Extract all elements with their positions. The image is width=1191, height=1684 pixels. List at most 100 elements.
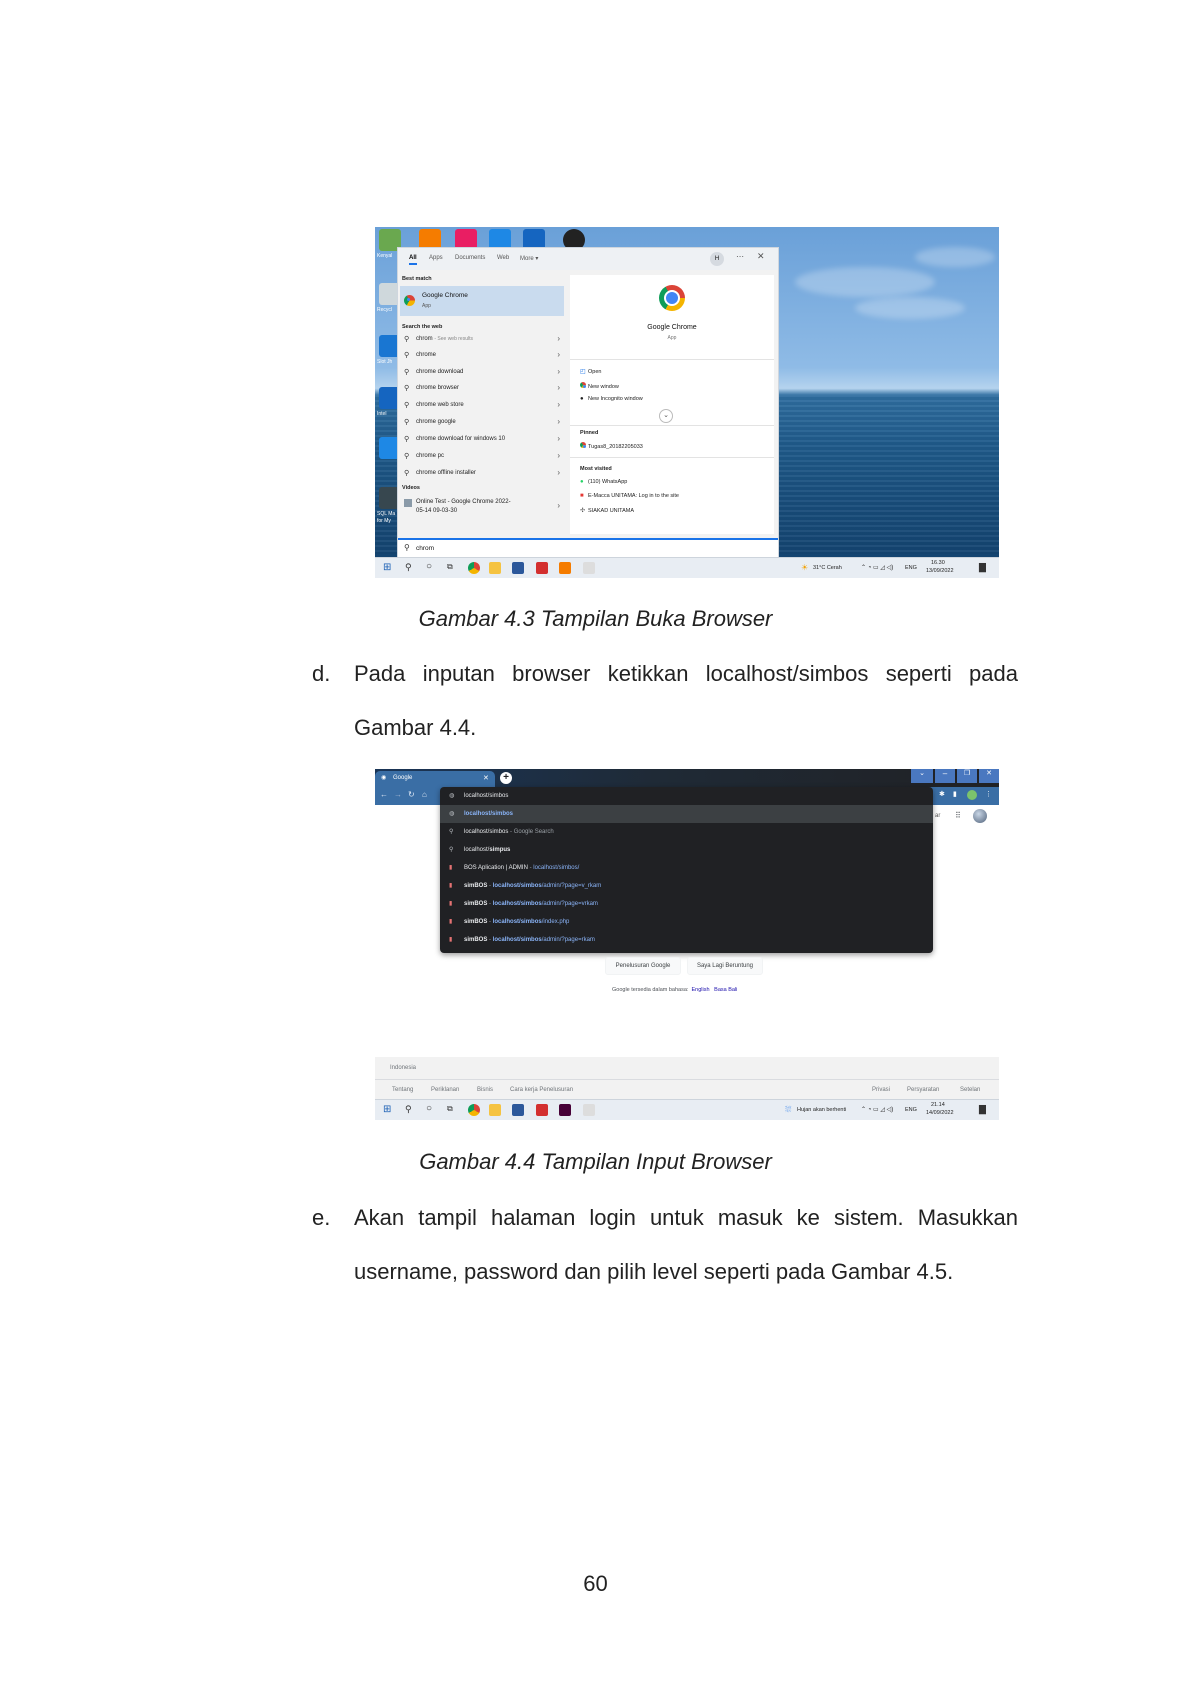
search-web-heading: Search the web: [402, 324, 443, 330]
file-explorer-icon[interactable]: [489, 1104, 501, 1116]
google-images-link[interactable]: ar: [935, 813, 940, 819]
language-link[interactable]: Basa Bali: [714, 987, 737, 993]
footer-link[interactable]: Periklanan: [431, 1087, 459, 1093]
search-input[interactable]: chrom: [416, 545, 434, 552]
clock-time[interactable]: 16.30: [931, 560, 945, 566]
footer-link[interactable]: Persyaratan: [907, 1087, 939, 1093]
footer-link[interactable]: Tentang: [392, 1087, 413, 1093]
omnibox-input[interactable]: ◍ localhost/simbos: [440, 787, 933, 805]
tab-all[interactable]: All: [409, 255, 417, 265]
action-open[interactable]: ◰ Open: [580, 368, 601, 375]
task-view-icon[interactable]: ⧉: [447, 1104, 453, 1114]
omnibox-suggestion[interactable]: ▮ simBOS - localhost/simbos/admin/?page=v…: [440, 895, 933, 913]
feeling-lucky-button[interactable]: Saya Lagi Beruntung: [687, 957, 763, 975]
best-match-chrome[interactable]: Google Chrome App: [400, 286, 564, 316]
omnibox-suggestion[interactable]: ⚲ localhost/simpus: [440, 841, 933, 859]
language-link[interactable]: English: [692, 987, 710, 993]
xampp-taskbar-icon[interactable]: [559, 562, 571, 574]
notification-icon[interactable]: ▇: [979, 562, 986, 573]
tab-apps[interactable]: Apps: [429, 255, 443, 261]
pinned-item[interactable]: Tugas8_20182205033: [580, 442, 643, 450]
web-result[interactable]: ⚲ chrome ›: [402, 349, 562, 363]
search-icon[interactable]: ⚲: [405, 1104, 412, 1115]
weather-text[interactable]: Hujan akan berhenti: [797, 1107, 846, 1113]
forward-icon[interactable]: →: [394, 790, 402, 799]
footer-link[interactable]: Cara kerja Penelusuran: [510, 1087, 573, 1093]
cortana-icon[interactable]: ○: [426, 561, 432, 572]
close-tab-icon[interactable]: ✕: [483, 774, 489, 782]
acrobat-icon[interactable]: [536, 562, 548, 574]
omnibox-suggestion[interactable]: ▮ simBOS - localhost/simbos/admin/?page=r…: [440, 931, 933, 949]
notification-icon[interactable]: ▇: [979, 1104, 986, 1115]
close-window-icon[interactable]: ✕: [979, 769, 999, 783]
new-tab-icon[interactable]: +: [500, 772, 512, 784]
search-box[interactable]: ⚲ chrom: [398, 538, 778, 558]
footer-link[interactable]: Privasi: [872, 1087, 890, 1093]
file-explorer-icon[interactable]: [489, 562, 501, 574]
more-options-icon[interactable]: ⋯: [736, 252, 744, 261]
most-visited-item[interactable]: ✣ SIAKAD UNITAMA: [580, 507, 634, 514]
clock-date[interactable]: 13/09/2022: [926, 568, 954, 574]
chrome-taskbar-icon[interactable]: [468, 562, 480, 574]
close-icon[interactable]: ✕: [757, 251, 765, 262]
menu-icon[interactable]: ⋮: [985, 790, 992, 798]
system-tray-icons[interactable]: ⌃ ◔ ▭ ◿ ◁): [861, 1106, 893, 1113]
search-icon[interactable]: ⚲: [405, 562, 412, 573]
minimize-icon[interactable]: –: [935, 769, 955, 783]
windows-start-icon[interactable]: ⊞: [383, 562, 391, 573]
word-icon[interactable]: [512, 562, 524, 574]
web-result[interactable]: ⚲ chrome download for windows 10 ›: [402, 433, 562, 447]
acrobat-icon[interactable]: [536, 1104, 548, 1116]
adobe-xd-icon[interactable]: [559, 1104, 571, 1116]
web-result[interactable]: ⚲ chrom - See web results ›: [402, 333, 562, 347]
language-indicator[interactable]: ENG: [905, 1107, 917, 1113]
action-new-window[interactable]: New window: [580, 382, 619, 390]
back-icon[interactable]: ←: [380, 790, 388, 799]
browser-tab[interactable]: ◉ Google ✕: [375, 771, 495, 787]
task-view-icon[interactable]: ⧉: [447, 562, 453, 572]
language-indicator[interactable]: ENG: [905, 565, 917, 571]
word-icon[interactable]: [512, 1104, 524, 1116]
omnibox-suggestion[interactable]: ▮ simBOS - localhost/simbos/admin/?page=v…: [440, 877, 933, 895]
footer-link[interactable]: Bisnis: [477, 1087, 493, 1093]
web-result[interactable]: ⚲ chrome pc ›: [402, 450, 562, 464]
account-avatar[interactable]: H: [710, 252, 724, 266]
tab-more[interactable]: More ▾: [520, 255, 538, 262]
avatar[interactable]: [967, 790, 977, 800]
video-result[interactable]: Online Test - Google Chrome 2022- 05-14 …: [402, 496, 562, 518]
omnibox-suggestion[interactable]: ⚲ localhost/simbos - Google Search: [440, 823, 933, 841]
clock-date[interactable]: 14/09/2022: [926, 1110, 954, 1116]
account-avatar[interactable]: [973, 809, 987, 823]
tab-search-icon[interactable]: ⌄: [911, 769, 933, 783]
cortana-icon[interactable]: ○: [426, 1103, 432, 1114]
home-icon[interactable]: ⌂: [422, 790, 427, 799]
most-visited-item[interactable]: ● (110) WhatsApp: [580, 479, 627, 485]
web-result[interactable]: ⚲ chrome download ›: [402, 366, 562, 380]
omnibox-suggestion[interactable]: ▮ simBOS - localhost/simbos/index.php: [440, 913, 933, 931]
extensions-icon[interactable]: ✱: [939, 790, 945, 798]
chrome-taskbar-icon[interactable]: [468, 1104, 480, 1116]
web-result[interactable]: ⚲ chrome offline installer ›: [402, 467, 562, 481]
web-result[interactable]: ⚲ chrome browser ›: [402, 382, 562, 396]
windows-start-icon[interactable]: ⊞: [383, 1104, 391, 1115]
app-taskbar-icon[interactable]: [583, 1104, 595, 1116]
action-new-incognito-window[interactable]: ● New Incognito window: [580, 396, 643, 402]
web-result[interactable]: ⚲ chrome google ›: [402, 416, 562, 430]
reload-icon[interactable]: ↻: [408, 790, 415, 799]
app-taskbar-icon[interactable]: [583, 562, 595, 574]
web-result[interactable]: ⚲ chrome web store ›: [402, 399, 562, 413]
system-tray-icons[interactable]: ⌃ ◔ ▭ ◿ ◁): [861, 564, 893, 571]
maximize-icon[interactable]: ❐: [957, 769, 977, 783]
omnibox-suggestion[interactable]: ◍ localhost/simbos: [440, 805, 933, 823]
chevron-down-icon[interactable]: ⌄: [659, 409, 673, 423]
omnibox-suggestion[interactable]: ▮ BOS Aplication | ADMIN - localhost/simb…: [440, 859, 933, 877]
footer-link[interactable]: Setelan: [960, 1087, 980, 1093]
clock-time[interactable]: 21.14: [931, 1102, 945, 1108]
profile-icon[interactable]: ▮: [953, 790, 957, 798]
tab-documents[interactable]: Documents: [455, 255, 485, 261]
apps-grid-icon[interactable]: ⠿: [955, 811, 961, 820]
google-search-button[interactable]: Penelusuran Google: [605, 957, 681, 975]
tab-web[interactable]: Web: [497, 255, 509, 261]
most-visited-item[interactable]: ■ E-Macca UNITAMA: Log in to the site: [580, 493, 679, 499]
weather-text[interactable]: 31°C Cerah: [813, 565, 842, 571]
